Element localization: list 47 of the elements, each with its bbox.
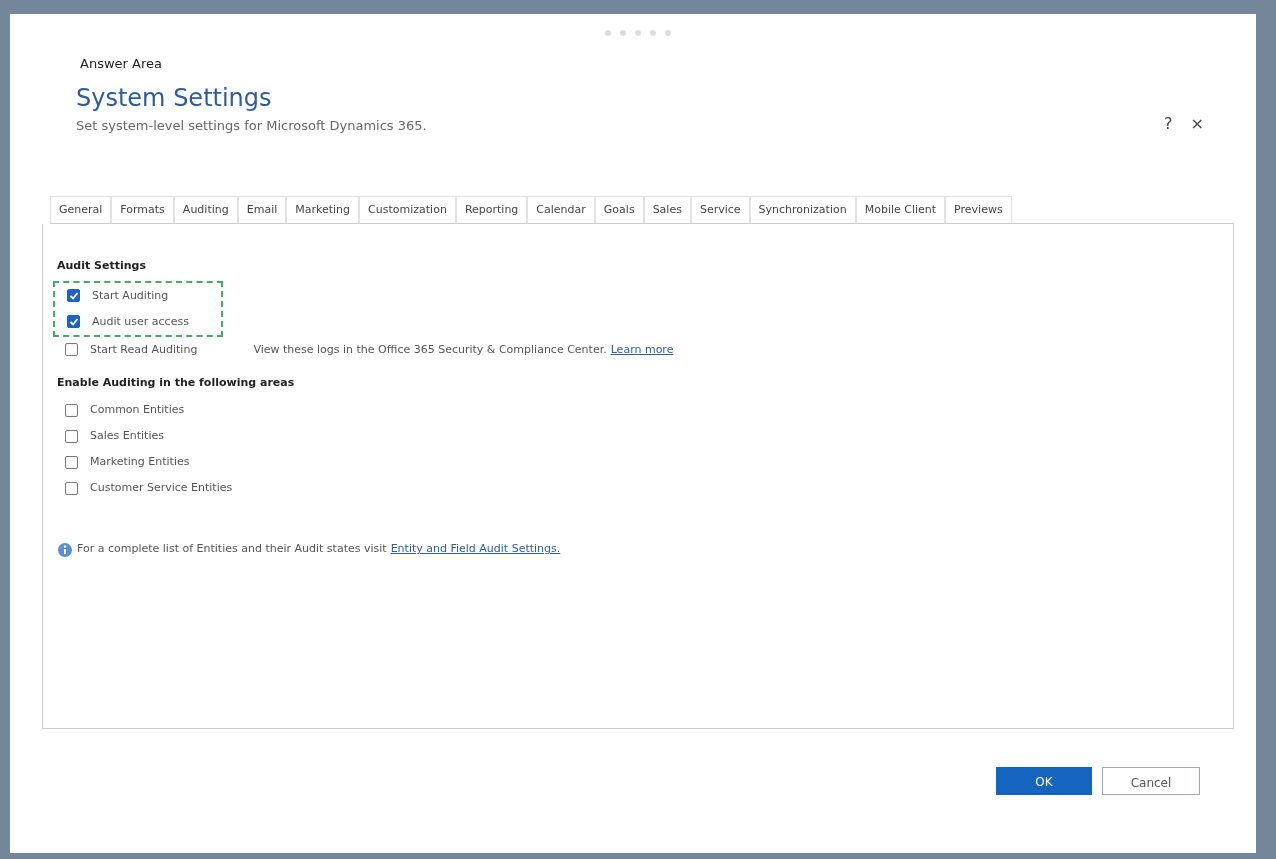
tab[interactable]: Marketing (286, 195, 360, 224)
checkbox-label: Audit user access (92, 313, 189, 330)
learn-more-link[interactable]: Learn more (610, 341, 674, 359)
pager-dot[interactable] (665, 30, 671, 36)
tab[interactable]: Formats (111, 195, 174, 224)
dialog-subtitle: Set system-level settings for Microsoft Dynamics 365. (76, 117, 427, 136)
pager-dot[interactable] (605, 30, 611, 36)
checkbox-label: Sales Entities (90, 428, 164, 445)
audit-settings-link[interactable]: Entity and Field Audit Settings. (390, 541, 561, 558)
checkbox[interactable] (67, 315, 80, 329)
checkbox-label: Start Read Auditing (90, 341, 198, 358)
tab[interactable]: Previews (945, 195, 1012, 224)
checkbox[interactable] (65, 481, 78, 495)
section-label: Answer Area (80, 55, 163, 73)
tab[interactable]: Mobile Client (855, 195, 946, 224)
tab[interactable]: Sales (643, 195, 691, 224)
tab[interactable]: Email (237, 195, 287, 224)
checkbox-label: Common Entities (90, 402, 185, 419)
tab[interactable]: Auditing (173, 195, 238, 224)
pager-dot[interactable] (650, 30, 656, 36)
checkbox[interactable] (65, 403, 78, 417)
dialog-title: System Settings (76, 83, 273, 113)
checkbox[interactable] (65, 429, 78, 443)
checkbox[interactable] (65, 343, 78, 357)
pager-dot[interactable] (620, 30, 626, 36)
help-button[interactable]: ? (1164, 112, 1173, 136)
info-icon (57, 541, 73, 558)
ok-button[interactable]: OK (996, 767, 1092, 796)
cancel-button[interactable]: Cancel (1102, 767, 1200, 796)
tab[interactable]: Service (690, 195, 750, 224)
tab[interactable]: General (50, 195, 112, 224)
checkbox[interactable] (67, 289, 80, 303)
checkbox[interactable] (65, 455, 78, 469)
info-text: For a complete list of Entities and their Audit states visit (77, 541, 387, 558)
tab[interactable]: Customization (359, 195, 456, 224)
tab[interactable]: Synchronization (749, 195, 856, 224)
pager-dot[interactable] (635, 30, 641, 36)
checkbox-label: Marketing Entities (90, 454, 190, 471)
tab[interactable]: Goals (594, 195, 644, 224)
section-heading: Enable Auditing in the following areas (57, 374, 296, 391)
section-heading: Audit Settings (57, 258, 147, 275)
info-text: View these logs in the Office 365 Security & Compliance Center. (253, 341, 607, 358)
checkbox-label: Start Auditing (92, 287, 169, 304)
close-button[interactable]: × (1190, 112, 1204, 136)
tab[interactable]: Calendar (527, 195, 595, 224)
tab[interactable]: Reporting (455, 195, 528, 224)
checkbox-label: Customer Service Entities (90, 480, 233, 497)
